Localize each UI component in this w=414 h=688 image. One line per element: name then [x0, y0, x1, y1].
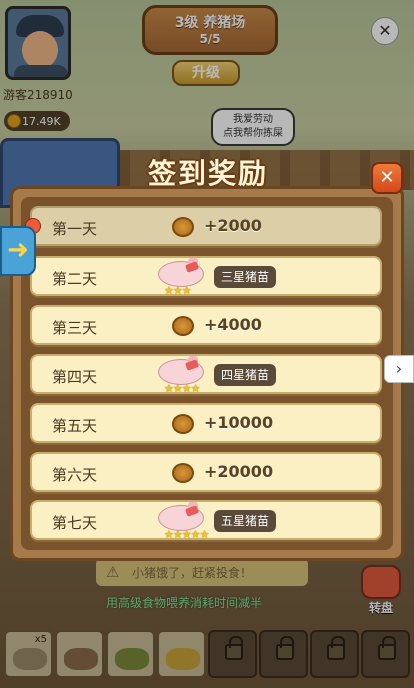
- right-arrow-icon[interactable]: ›: [384, 355, 414, 383]
- reward-amount: +4000: [204, 315, 262, 334]
- reward-amount: +2000: [204, 216, 262, 235]
- star-rating: ★★★: [164, 284, 192, 297]
- coin-icon: [172, 463, 194, 483]
- day-reward-row[interactable]: 第三天 +4000: [30, 305, 382, 345]
- reward-amount: +10000: [204, 413, 274, 432]
- day-reward-row[interactable]: 第七天 ★★★★★ 五星猪苗: [30, 500, 382, 541]
- day-label: 第六天: [52, 466, 98, 484]
- left-arrow-icon[interactable]: ➜: [0, 226, 36, 276]
- modal-title: 签到奖励: [147, 157, 268, 190]
- day-label: 第一天: [52, 220, 98, 238]
- day-label: 第三天: [52, 319, 98, 337]
- star-rating: ★★★★: [164, 382, 200, 395]
- day-reward-row[interactable]: 第六天 +20000: [30, 452, 382, 492]
- coin-icon: [172, 217, 194, 237]
- piglet-badge: 四星猪苗: [214, 364, 277, 386]
- day-reward-row[interactable]: 第五天 +10000: [30, 403, 382, 443]
- modal-close-button[interactable]: ✕: [371, 162, 403, 194]
- reward-amount: +20000: [204, 462, 274, 481]
- day-reward-row[interactable]: 第四天 ★★★★ 四星猪苗: [30, 354, 382, 395]
- day-label: 第七天: [52, 514, 98, 532]
- day-reward-row[interactable]: 第二天 ★★★ 三星猪苗: [30, 256, 382, 297]
- coin-icon: [172, 316, 194, 336]
- star-rating: ★★★★★: [164, 528, 209, 541]
- piglet-badge: 五星猪苗: [214, 510, 277, 532]
- day-label: 第五天: [52, 417, 98, 435]
- day-label: 第二天: [52, 270, 98, 288]
- piglet-badge: 三星猪苗: [214, 266, 277, 288]
- day-label: 第四天: [52, 368, 98, 386]
- coin-icon: [172, 414, 194, 434]
- day-reward-row[interactable]: 第一天 +2000: [30, 206, 382, 246]
